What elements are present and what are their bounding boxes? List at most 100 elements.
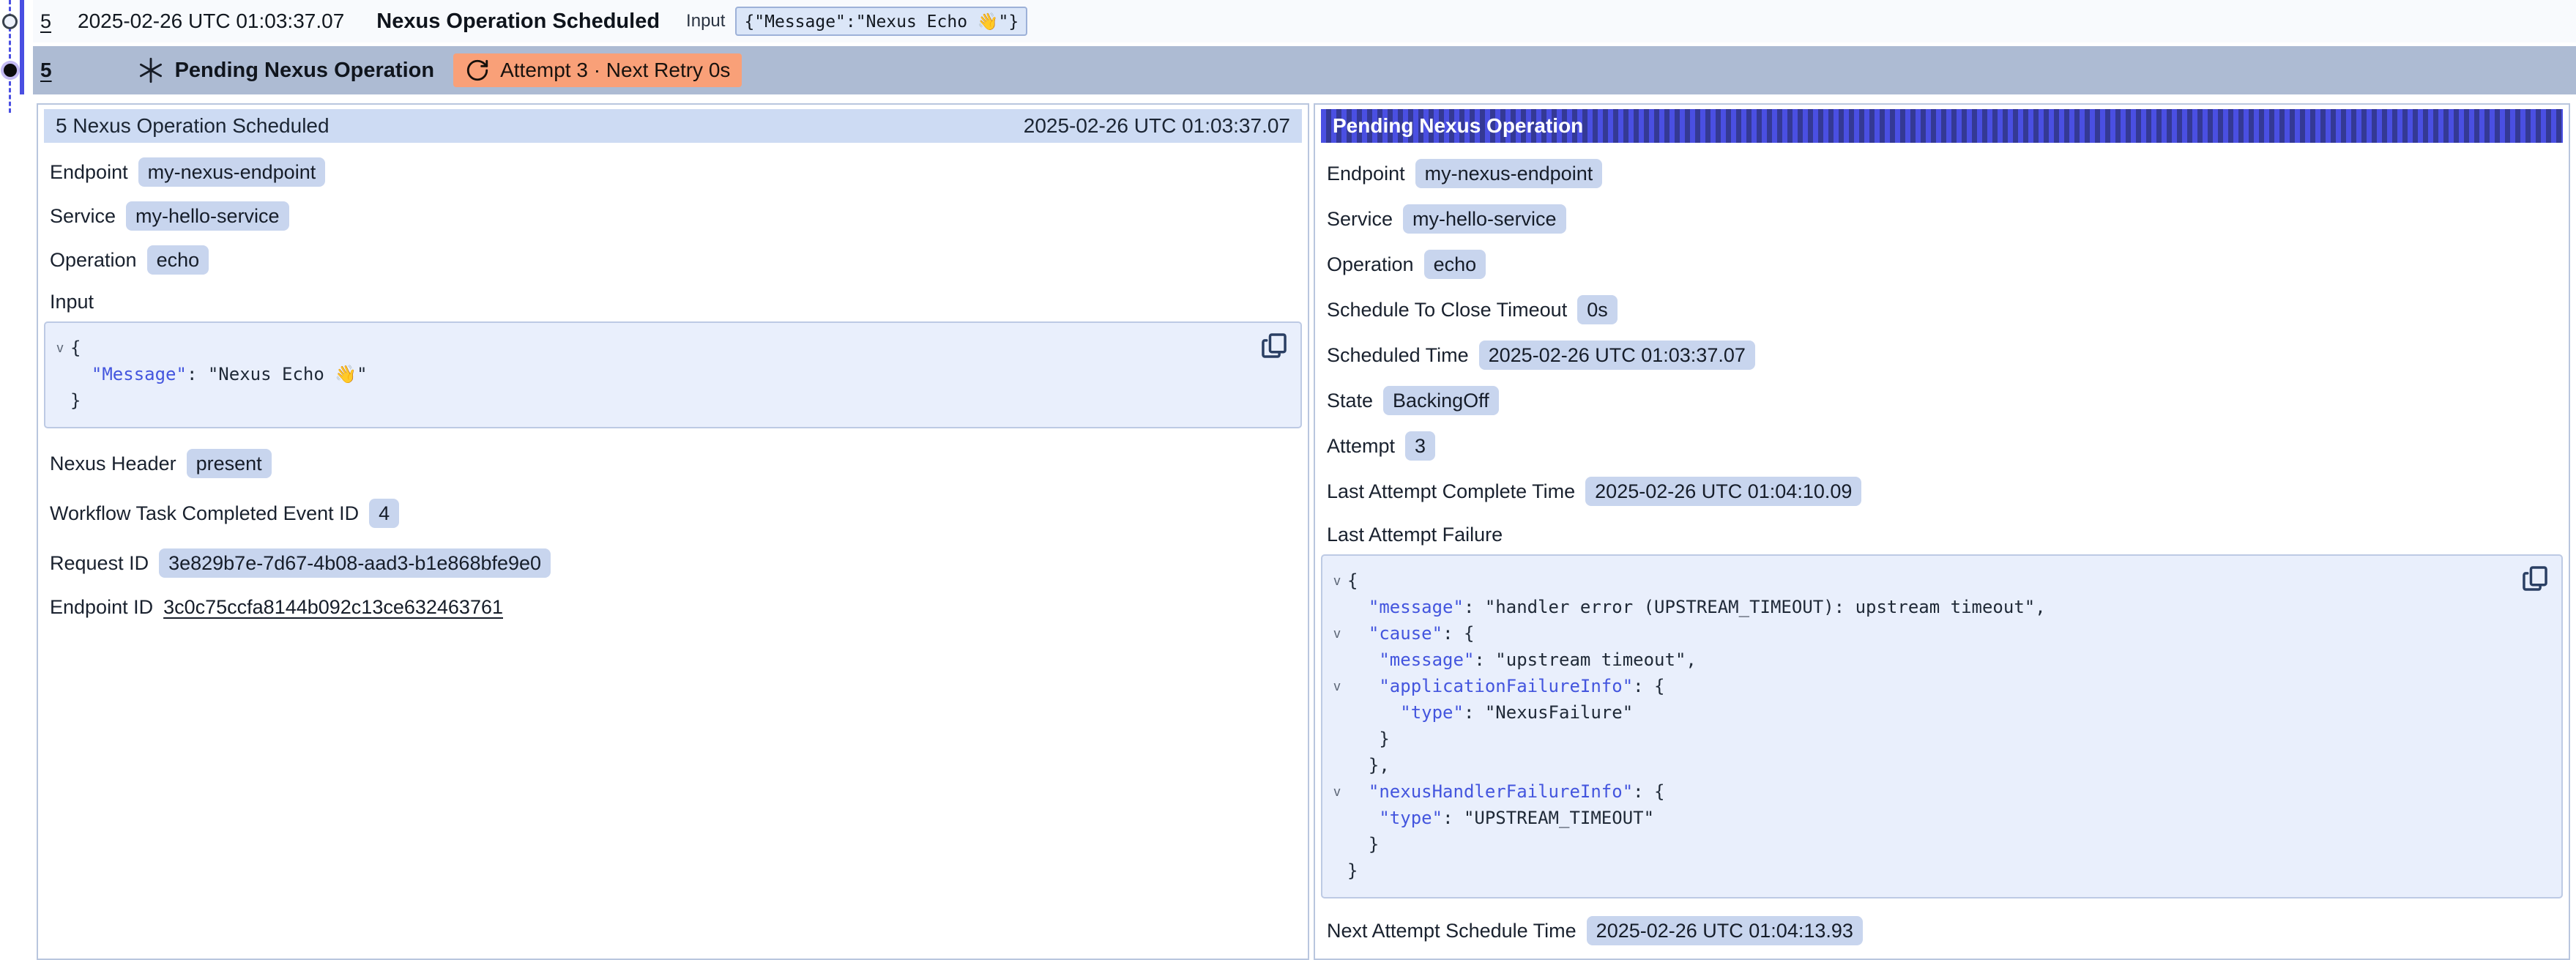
collapse-chevron-icon: [1327, 805, 1347, 831]
json-line: v "cause" : {: [1327, 620, 2514, 647]
field-label: Endpoint: [1327, 163, 1405, 185]
field-row: Scheduled Time 2025-02-26 UTC 01:03:37.0…: [1327, 341, 2563, 370]
json-line: }: [1327, 857, 2514, 884]
event-input-label: Input: [686, 11, 725, 31]
field-value-chip: my-hello-service: [126, 201, 289, 231]
event-detail-panel: 5 Nexus Operation Scheduled 2025-02-26 U…: [37, 103, 1309, 960]
attempt-retry-text: Attempt 3 · Next Retry 0s: [500, 59, 730, 82]
field-label: Scheduled Time: [1327, 344, 1469, 367]
field-label: Request ID: [50, 552, 149, 575]
failure-json-lines: v { "message" : "handler error (UPSTREAM…: [1327, 568, 2514, 884]
json-line-pre: [1347, 699, 1400, 726]
last-attempt-failure-label: Last Attempt Failure: [1327, 524, 2563, 546]
json-line: }: [50, 387, 1254, 414]
timeline-open-circle-marker: [2, 14, 18, 29]
json-line-key: "nexusHandlerFailureInfo": [1369, 778, 1633, 805]
copy-button[interactable]: [2520, 565, 2550, 594]
pending-operation-header-title: Pending Nexus Operation: [1333, 114, 1583, 138]
field-label: Endpoint: [50, 161, 128, 184]
json-line: "type" : "NexusFailure": [1327, 699, 2514, 726]
field-value-chip: my-nexus-endpoint: [138, 157, 326, 187]
field-value-chip: my-nexus-endpoint: [1415, 159, 1603, 188]
json-line-key: "applicationFailureInfo": [1379, 673, 1633, 699]
field-row: Operation echo: [1327, 250, 2563, 279]
field-label: Service: [50, 205, 116, 228]
json-line: }: [1327, 726, 2514, 752]
collapse-chevron-icon: [1327, 647, 1347, 673]
json-line-pre: }: [1347, 726, 1390, 752]
pending-operation-panel: Pending Nexus Operation Endpoint my-nexu…: [1314, 103, 2570, 960]
event-title: Nexus Operation Scheduled: [376, 10, 660, 34]
next-attempt-row: Next Attempt Schedule Time 2025-02-26 UT…: [1327, 916, 2563, 945]
event-detail-header-timestamp: 2025-02-26 UTC 01:03:37.07: [1024, 114, 1290, 138]
json-line: v {: [1327, 568, 2514, 594]
json-line-key: "type": [1379, 805, 1443, 831]
field-row: State BackingOff: [1327, 386, 2563, 415]
endpoint-id-row: Endpoint ID 3c0c75ccfa8144b092c13ce63246…: [50, 592, 1302, 622]
json-line-pre: },: [1347, 752, 1390, 778]
json-line-pre: [1347, 620, 1369, 647]
pending-row-title: Pending Nexus Operation: [175, 59, 435, 83]
json-line: "message" : "upstream timeout",: [1327, 647, 2514, 673]
json-line-post: : "Nexus Echo 👋": [187, 361, 368, 387]
json-line: }: [1327, 831, 2514, 857]
json-line-pre: }: [1347, 831, 1379, 857]
field-value-chip: 2025-02-26 UTC 01:03:37.07: [1479, 341, 1755, 370]
pending-event-id-link[interactable]: 5: [40, 59, 52, 82]
pending-nexus-operation-row[interactable]: 5 Pending Nexus Operation Attempt 3 · Ne…: [33, 46, 2576, 94]
field-row: Last Attempt Complete Time 2025-02-26 UT…: [1327, 477, 2563, 506]
field-value-chip: echo: [1424, 250, 1486, 279]
json-line-key: "message": [1369, 594, 1464, 620]
event-row-nexus-operation-scheduled[interactable]: 5 2025-02-26 UTC 01:03:37.07 Nexus Opera…: [33, 0, 2576, 42]
collapse-chevron-icon: [50, 361, 70, 387]
json-line-key: "Message": [92, 361, 187, 387]
json-line-pre: [70, 361, 92, 387]
field-row: Endpoint my-nexus-endpoint: [50, 157, 1302, 187]
field-row: Nexus Header present: [50, 449, 1302, 478]
json-line-pre: }: [70, 387, 81, 414]
field-row: Service my-hello-service: [50, 201, 1302, 231]
copy-icon: [1260, 332, 1288, 360]
collapse-chevron-icon[interactable]: v: [1327, 778, 1347, 805]
timeline-accent-bar: [20, 0, 24, 94]
field-row: Operation echo: [50, 245, 1302, 275]
failure-json-viewer: v { "message" : "handler error (UPSTREAM…: [1321, 554, 2563, 898]
field-row: Service my-hello-service: [1327, 204, 2563, 234]
collapse-chevron-icon[interactable]: v: [50, 335, 70, 361]
collapse-chevron-icon[interactable]: v: [1327, 568, 1347, 594]
json-line-pre: [1347, 647, 1379, 673]
json-line-post: : {: [1633, 673, 1664, 699]
collapse-chevron-icon: [1327, 831, 1347, 857]
event-detail-header-title: 5 Nexus Operation Scheduled: [56, 114, 330, 138]
json-line: },: [1327, 752, 2514, 778]
event-id-link[interactable]: 5: [40, 10, 51, 33]
field-row: Attempt 3: [1327, 431, 2563, 461]
json-line: v "nexusHandlerFailureInfo" : {: [1327, 778, 2514, 805]
field-value-chip: present: [187, 449, 272, 478]
field-row: Endpoint my-nexus-endpoint: [1327, 159, 2563, 188]
json-line: "message" : "handler error (UPSTREAM_TIM…: [1327, 594, 2514, 620]
collapse-chevron-icon: [1327, 857, 1347, 884]
json-line: v "applicationFailureInfo" : {: [1327, 673, 2514, 699]
field-value-chip: 2025-02-26 UTC 01:04:10.09: [1585, 477, 1861, 506]
field-row: Request ID 3e829b7e-7d67-4b08-aad3-b1e86…: [50, 548, 1302, 578]
field-label: Operation: [1327, 253, 1414, 276]
field-value-chip: BackingOff: [1383, 386, 1499, 415]
json-line: v {: [50, 335, 1254, 361]
json-line-pre: [1347, 778, 1369, 805]
event-input-value-chip[interactable]: {"Message":"Nexus Echo 👋"}: [735, 7, 1027, 36]
endpoint-id-link[interactable]: 3c0c75ccfa8144b092c13ce632463761: [163, 596, 503, 619]
event-timestamp: 2025-02-26 UTC 01:03:37.07: [78, 10, 344, 33]
attempt-retry-badge: Attempt 3 · Next Retry 0s: [453, 53, 742, 87]
json-line-post: : "UPSTREAM_TIMEOUT": [1443, 805, 1654, 831]
json-line-key: "message": [1379, 647, 1474, 673]
json-line-key: "cause": [1369, 620, 1443, 647]
collapse-chevron-icon[interactable]: v: [1327, 673, 1347, 699]
collapse-chevron-icon[interactable]: v: [1327, 620, 1347, 647]
json-line-post: : "NexusFailure": [1464, 699, 1633, 726]
copy-button[interactable]: [1259, 332, 1289, 361]
collapse-chevron-icon: [1327, 699, 1347, 726]
field-label: State: [1327, 390, 1373, 412]
json-line-key: "type": [1400, 699, 1464, 726]
timeline-filled-dot-marker: [4, 64, 17, 77]
